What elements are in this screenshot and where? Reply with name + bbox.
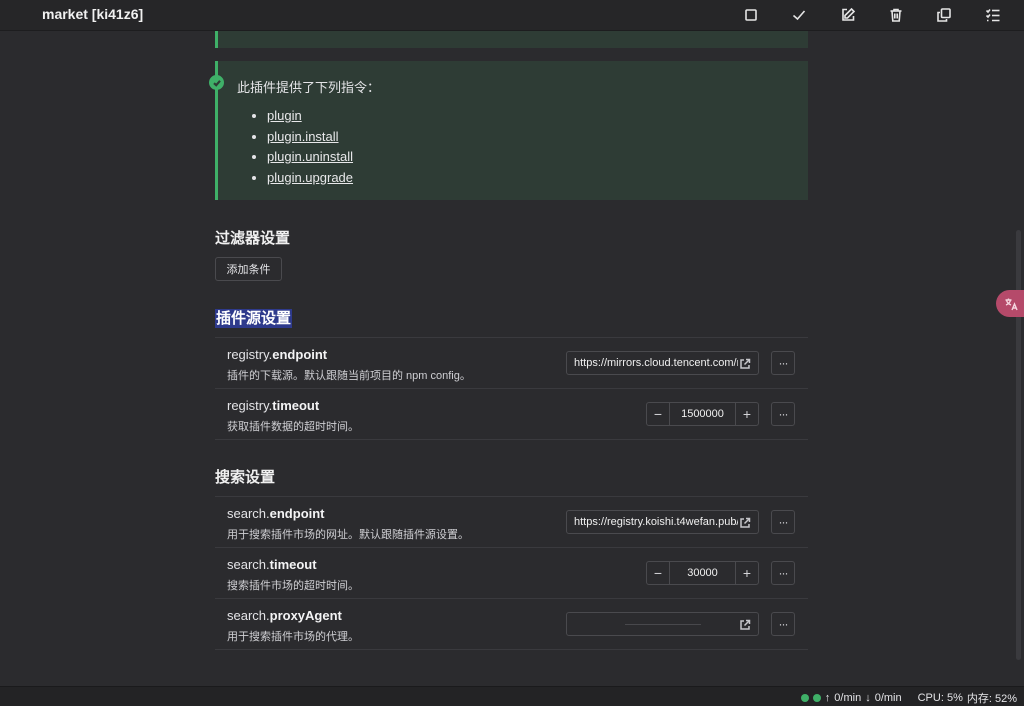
setting-row-search-timeout: search.timeout 搜索插件市场的超时时间。 − 30000 + ··… bbox=[215, 547, 808, 598]
setting-description: 获取插件数据的超时时间。 bbox=[227, 421, 359, 433]
setting-name: search.endpoint bbox=[227, 506, 325, 521]
setting-description: 用于搜索插件市场的代理。 bbox=[227, 631, 359, 643]
setting-row-search-proxy-agent: search.proxyAgent 用于搜索插件市场的代理。 ··· bbox=[215, 598, 808, 649]
input-value: https://registry.koishi.t4wefan.pub/i bbox=[574, 516, 738, 528]
copy-icon[interactable] bbox=[934, 5, 954, 25]
increment-button[interactable]: + bbox=[735, 562, 758, 584]
square-icon[interactable] bbox=[741, 5, 761, 25]
stepper-value[interactable]: 1500000 bbox=[671, 408, 734, 420]
status-info: ↑ 0/min ↓ 0/min CPU: 5% 内存: 52% bbox=[800, 690, 1017, 706]
up-arrow-icon: ↑ bbox=[824, 692, 831, 704]
more-button[interactable]: ··· bbox=[771, 612, 795, 636]
translate-icon bbox=[1005, 298, 1018, 310]
check-icon[interactable] bbox=[789, 5, 809, 25]
cpu-usage: CPU: 5% bbox=[917, 692, 963, 704]
title-bar: market [ki41z6] bbox=[0, 0, 1024, 31]
setting-row-registry-endpoint: registry.endpoint 插件的下载源。默认跟随当前项目的 npm c… bbox=[215, 337, 808, 388]
setting-row-registry-timeout: registry.timeout 获取插件数据的超时时间。 − 1500000 … bbox=[215, 388, 808, 439]
download-rate: 0/min bbox=[874, 692, 902, 704]
command-link[interactable]: plugin bbox=[267, 108, 302, 123]
trash-icon[interactable] bbox=[886, 5, 906, 25]
command-list: plugin plugin.install plugin.uninstall p… bbox=[267, 106, 353, 188]
memory-usage: 内存: 52% bbox=[966, 693, 1017, 705]
external-link-icon[interactable] bbox=[739, 618, 751, 630]
commands-tip: 此插件提供了下列指令： plugin plugin.install plugin… bbox=[209, 61, 808, 200]
edit-icon[interactable] bbox=[838, 5, 858, 25]
row-divider bbox=[215, 439, 808, 440]
search-timeout-stepper: − 30000 + bbox=[646, 561, 759, 585]
setting-name: search.proxyAgent bbox=[227, 608, 342, 623]
down-arrow-icon: ↓ bbox=[865, 692, 871, 704]
setting-name: registry.endpoint bbox=[227, 347, 328, 362]
search-endpoint-input[interactable]: https://registry.koishi.t4wefan.pub/i bbox=[566, 510, 759, 534]
highlighted-text: 插件源设置 bbox=[215, 309, 293, 328]
command-item: plugin.uninstall bbox=[267, 147, 353, 168]
decrement-button[interactable]: − bbox=[647, 562, 670, 584]
command-link[interactable]: plugin.uninstall bbox=[267, 149, 353, 164]
search-section-title: 搜索设置 bbox=[215, 469, 276, 486]
source-section-title: 插件源设置 bbox=[215, 307, 293, 328]
stepper-value[interactable]: 30000 bbox=[671, 567, 734, 579]
registry-timeout-stepper: − 1500000 + bbox=[646, 402, 759, 426]
window-title: market [ki41z6] bbox=[42, 6, 144, 22]
external-link-icon[interactable] bbox=[739, 516, 751, 528]
add-condition-button[interactable]: 添加条件 bbox=[215, 257, 282, 281]
external-link-icon[interactable] bbox=[739, 357, 751, 369]
setting-row-search-endpoint: search.endpoint 用于搜索插件市场的网址。默认跟随插件源设置。 h… bbox=[215, 496, 808, 547]
more-button[interactable]: ··· bbox=[771, 561, 795, 585]
setting-name: search.timeout bbox=[227, 557, 317, 572]
upload-rate: 0/min bbox=[834, 692, 862, 704]
proxy-agent-input[interactable] bbox=[566, 612, 759, 636]
main-content: 此插件提供了下列指令： plugin plugin.install plugin… bbox=[0, 31, 1024, 686]
filter-section-title: 过滤器设置 bbox=[215, 230, 291, 247]
check-circle-icon bbox=[209, 75, 224, 90]
command-item: plugin bbox=[267, 106, 353, 127]
registry-endpoint-input[interactable]: https://mirrors.cloud.tencent.com/n bbox=[566, 351, 759, 375]
translate-button[interactable] bbox=[996, 290, 1024, 317]
command-link[interactable]: plugin.upgrade bbox=[267, 170, 353, 185]
checklist-icon[interactable] bbox=[983, 5, 1003, 25]
more-button[interactable]: ··· bbox=[771, 402, 795, 426]
tip-block-partial bbox=[215, 31, 808, 48]
setting-description: 插件的下载源。默认跟随当前项目的 npm config。 bbox=[227, 370, 471, 382]
command-item: plugin.upgrade bbox=[267, 168, 353, 189]
more-button[interactable]: ··· bbox=[771, 351, 795, 375]
setting-description: 搜索插件市场的超时时间。 bbox=[227, 580, 359, 592]
increment-button[interactable]: + bbox=[735, 403, 758, 425]
command-item: plugin.install bbox=[267, 127, 353, 148]
status-bar: ↑ 0/min ↓ 0/min CPU: 5% 内存: 52% bbox=[0, 686, 1024, 706]
status-dot bbox=[800, 694, 809, 702]
setting-description: 用于搜索插件市场的网址。默认跟随插件源设置。 bbox=[227, 529, 469, 541]
status-dot bbox=[812, 694, 821, 702]
placeholder-line bbox=[625, 624, 701, 625]
setting-name: registry.timeout bbox=[227, 398, 320, 413]
command-link[interactable]: plugin.install bbox=[267, 129, 339, 144]
row-divider bbox=[215, 649, 808, 650]
input-value: https://mirrors.cloud.tencent.com/n bbox=[574, 357, 738, 369]
decrement-button[interactable]: − bbox=[647, 403, 670, 425]
tip-text: 此插件提供了下列指令： bbox=[237, 80, 381, 95]
more-button[interactable]: ··· bbox=[771, 510, 795, 534]
